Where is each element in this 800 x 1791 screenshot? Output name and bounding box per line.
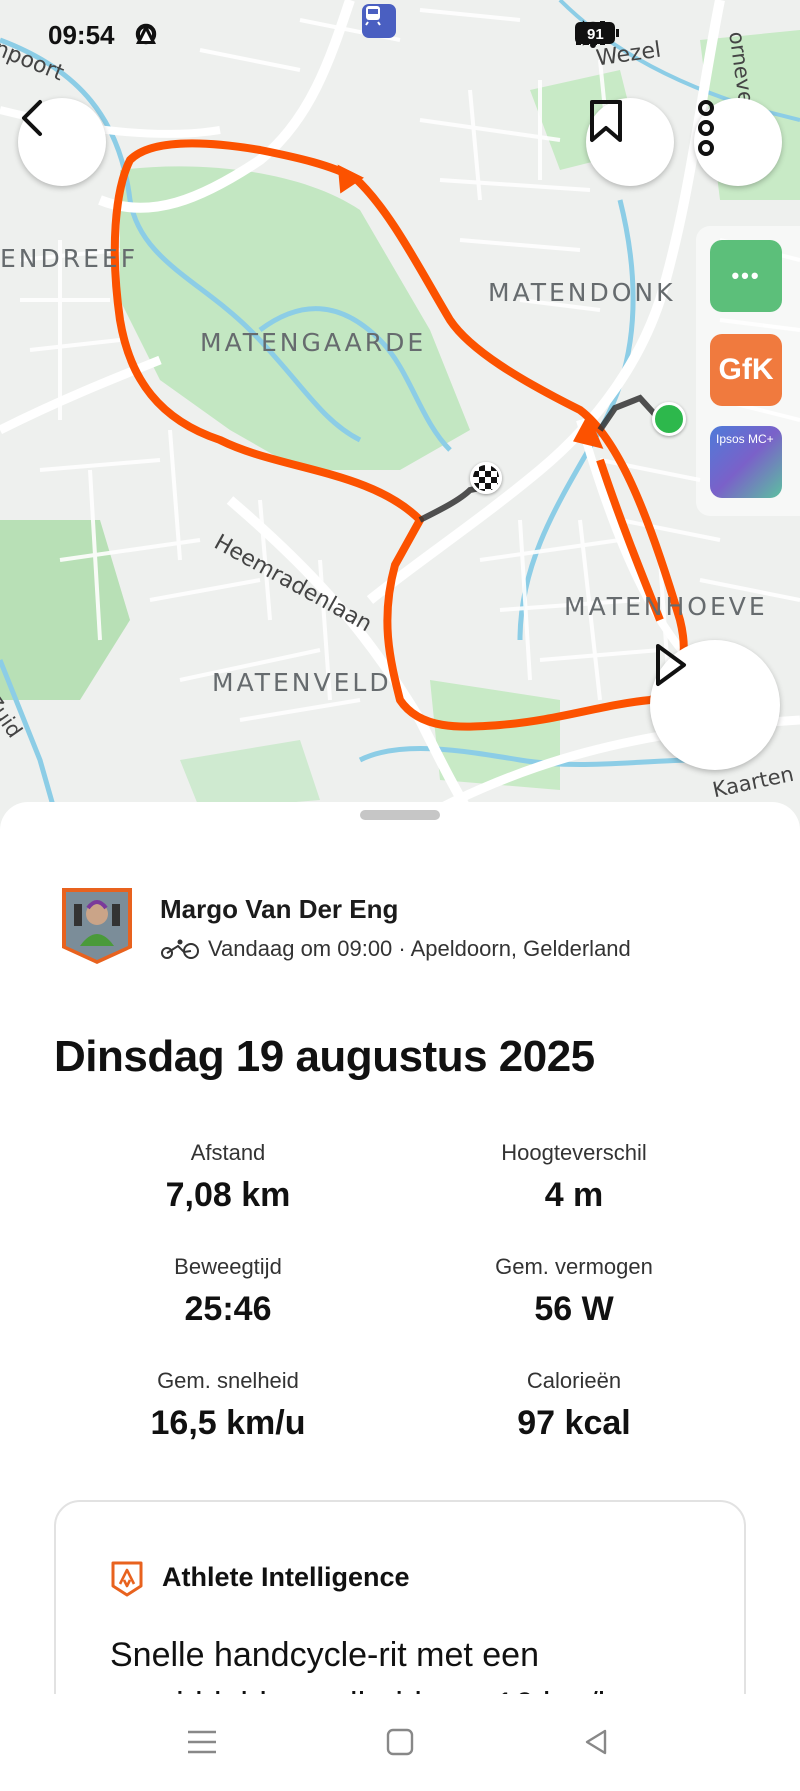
map-label-matenhoeve: MATENHOEVE (564, 592, 768, 621)
stat-elevation: Hoogteverschil 4 m (404, 1140, 744, 1215)
chevron-left-icon (22, 100, 42, 136)
play-flyover-button[interactable] (650, 640, 780, 770)
athlete-intelligence-title: Athlete Intelligence (162, 1562, 410, 1592)
svg-text:91: 91 (587, 26, 604, 43)
back-button[interactable] (18, 98, 106, 186)
home-square-icon (386, 1728, 414, 1756)
map-label-matengaarde: MATENGAARDE (200, 328, 427, 357)
athlete-avatar[interactable] (60, 886, 134, 966)
stat-moving-time: Beweegtijd 25:46 (58, 1254, 398, 1329)
home-button[interactable] (376, 1718, 424, 1766)
floating-more-app-button[interactable]: ••• (710, 240, 782, 312)
status-time: 09:54 (48, 20, 115, 50)
route-map[interactable]: MATENDONK MATENGAARDE MATENHOEVE MATENVE… (0, 0, 800, 830)
stat-avg-speed: Gem. snelheid 16,5 km/u (58, 1368, 398, 1443)
system-navigation-bar (0, 1694, 800, 1791)
more-vertical-icon (698, 100, 714, 156)
stat-label: Hoogteverschil (501, 1140, 647, 1165)
train-station-icon (362, 4, 396, 38)
signal-icon (136, 22, 198, 50)
stat-distance: Afstand 7,08 km (58, 1140, 398, 1215)
gfk-app-button[interactable]: GfK (710, 334, 782, 406)
bookmark-icon (590, 100, 622, 142)
activity-title: Dinsdag 19 augustus 2025 (54, 1032, 595, 1081)
map-label-endreef: ENDREEF (0, 244, 139, 273)
more-icon: ••• (731, 263, 761, 288)
stat-value: 25:46 (184, 1290, 272, 1328)
athlete-intelligence-icon (111, 1561, 143, 1597)
stat-label: Gem. vermogen (495, 1254, 653, 1279)
activity-meta-text: Vandaag om 09:00 · Apeldoorn, Gelderland (208, 936, 631, 961)
floating-app-panel: ••• GfK Ipsos MC+ (696, 226, 800, 516)
stat-calories: Calorieën 97 kcal (404, 1368, 744, 1443)
back-triangle-icon (585, 1729, 607, 1755)
bookmark-button[interactable] (586, 98, 674, 186)
more-options-button[interactable] (694, 98, 782, 186)
status-bar: 09:54 91 (0, 0, 800, 72)
map-label-matenveld: MATENVELD (212, 668, 392, 697)
app-icon (136, 22, 270, 50)
stat-label: Afstand (190, 1140, 266, 1165)
cellular-signal-icon (576, 20, 698, 48)
stat-label: Calorieën (526, 1368, 622, 1393)
stat-value: 7,08 km (165, 1176, 291, 1214)
activity-sheet[interactable]: Margo Van Der Eng Vandaag om 09:00 · Ape… (0, 802, 800, 1791)
handcycle-icon (161, 939, 199, 959)
stat-label: Beweegtijd (174, 1254, 282, 1279)
stat-value: 56 W (534, 1290, 614, 1328)
stat-label: Gem. snelheid (157, 1368, 299, 1393)
stat-value: 16,5 km/u (150, 1404, 306, 1442)
battery-icon: 91 (575, 20, 756, 48)
start-marker-icon (652, 402, 686, 436)
ipsos-app-button[interactable]: Ipsos MC+ (710, 426, 782, 498)
stat-value: 97 kcal (517, 1404, 631, 1442)
recent-apps-button[interactable] (178, 1718, 226, 1766)
play-icon (656, 644, 686, 686)
stat-value: 4 m (544, 1176, 604, 1214)
athlete-name[interactable]: Margo Van Der Eng (160, 894, 398, 925)
stat-avg-power: Gem. vermogen 56 W (404, 1254, 744, 1329)
finish-flag-icon (470, 462, 502, 494)
map-label-matendonk: MATENDONK (488, 278, 676, 307)
sheet-drag-handle[interactable] (360, 810, 440, 820)
back-nav-button[interactable] (572, 1718, 620, 1766)
gld-icon (136, 22, 234, 50)
activity-meta: Vandaag om 09:00 · Apeldoorn, Gelderland (160, 936, 631, 962)
menu-lines-icon (188, 1730, 216, 1754)
